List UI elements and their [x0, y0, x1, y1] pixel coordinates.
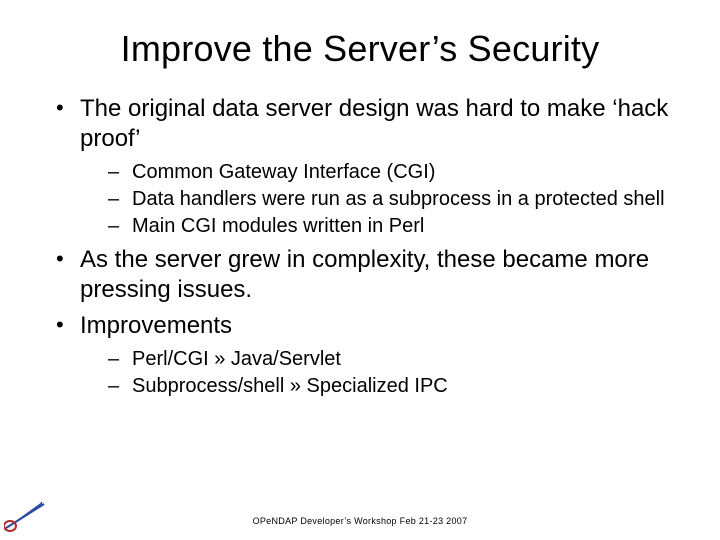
slide-content: The original data server design was hard… — [48, 94, 672, 399]
sub-bullet-list: Common Gateway Interface (CGI) Data hand… — [80, 160, 672, 239]
bullet-item: The original data server design was hard… — [48, 94, 672, 239]
sub-bullet-list: Perl/CGI » Java/Servlet Subprocess/shell… — [80, 347, 672, 399]
sub-bullet-item: Main CGI modules written in Perl — [80, 214, 672, 239]
logo-icon — [4, 498, 48, 532]
sub-bullet-item: Common Gateway Interface (CGI) — [80, 160, 672, 185]
sub-bullet-item: Subprocess/shell » Specialized IPC — [80, 374, 672, 399]
sub-bullet-item: Data handlers were run as a subprocess i… — [80, 187, 672, 212]
slide: Improve the Server’s Security The origin… — [0, 0, 720, 540]
bullet-list: The original data server design was hard… — [48, 94, 672, 399]
sub-bullet-item: Perl/CGI » Java/Servlet — [80, 347, 672, 372]
bullet-item: As the server grew in complexity, these … — [48, 245, 672, 305]
bullet-text: Improvements — [80, 312, 232, 339]
slide-title: Improve the Server’s Security — [48, 28, 672, 70]
bullet-text: The original data server design was hard… — [80, 95, 668, 152]
bullet-item: Improvements Perl/CGI » Java/Servlet Sub… — [48, 311, 672, 399]
bullet-text: As the server grew in complexity, these … — [80, 246, 649, 303]
slide-footer: OPeNDAP Developer’s Workshop Feb 21-23 2… — [0, 516, 720, 526]
